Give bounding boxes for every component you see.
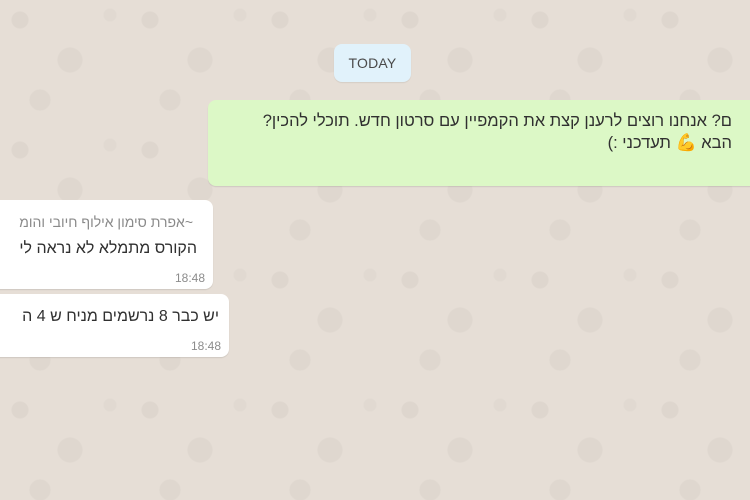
date-divider: TODAY	[334, 44, 411, 82]
message-timestamp: 18:48	[190, 339, 221, 353]
incoming-message-bubble[interactable]: ~אפרת סימון אילוף חיובי והומ הקורס מתמלא…	[0, 200, 213, 289]
outgoing-message-line-2-end: תעדכני :)	[607, 134, 676, 152]
outgoing-message-line-1: ם? אנחנו רוצים לרענן קצת את הקמפיין עם ס…	[262, 112, 732, 130]
incoming-message-text: הקורס מתמלא לא נראה לי	[19, 240, 197, 257]
outgoing-message-line-2: הבא 💪 תעדכני :)	[216, 132, 732, 154]
message-timestamp: 18:48	[174, 271, 205, 285]
flexed-biceps-icon: 💪	[675, 133, 697, 153]
incoming-message-text: יש כבר 8 נרשמים מניח ש 4 ה	[22, 308, 219, 325]
outgoing-message-bubble[interactable]: ם? אנחנו רוצים לרענן קצת את הקמפיין עם ס…	[208, 100, 750, 186]
outgoing-message-line-2-start: הבא	[696, 134, 732, 152]
incoming-message-bubble[interactable]: יש כבר 8 נרשמים מניח ש 4 ה 18:48	[0, 294, 229, 357]
message-sender-name[interactable]: ~אפרת סימון אילוף חיובי והומ	[19, 214, 193, 230]
